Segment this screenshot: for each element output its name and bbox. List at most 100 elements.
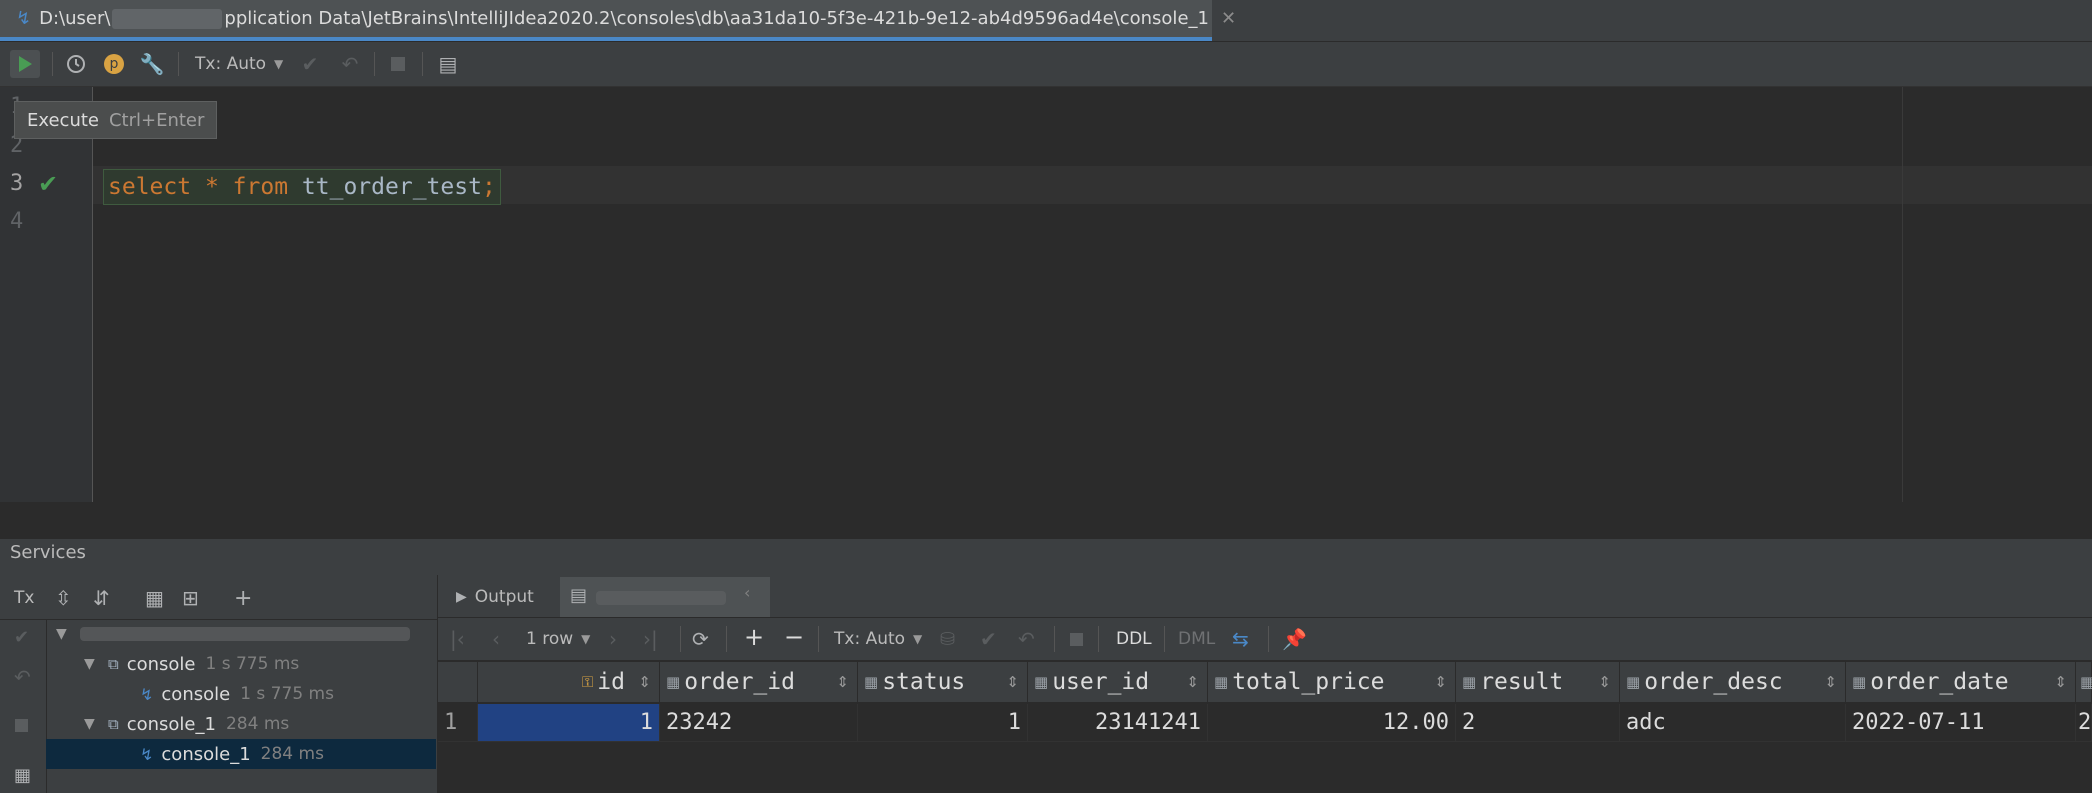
column-header-order-date[interactable]: ▦ order_date ⇕ [1846,662,2076,702]
stop-side-button[interactable] [15,710,28,740]
table-cell[interactable]: 2022-07-11 [1846,704,2076,742]
tree-item-console-1-child[interactable]: ↯ console_1 284 ms [140,740,324,768]
rollback-side-button[interactable]: ↶ [14,662,31,692]
tree-item-console[interactable]: ▼ ⧉ console 1 s 775 ms [84,650,299,678]
redacted-datasource [80,627,410,641]
console-icon: ↯ [16,8,32,29]
tree-item-console-child[interactable]: ↯ console 1 s 775 ms [140,680,334,708]
tab-output[interactable]: ▶ Output [456,582,534,612]
sort-icon[interactable]: ⇕ [1434,673,1447,691]
column-header-id[interactable]: ⚿ id ⇕ [478,662,660,702]
table-cell[interactable]: 23242 [660,704,858,742]
add-row-button[interactable]: + [744,622,764,652]
table-cell[interactable]: 1 [478,704,660,742]
sort-icon[interactable]: ⇕ [1598,673,1611,691]
tree-item-console-1[interactable]: ▼ ⧉ console_1 284 ms [84,710,289,738]
group-icon: ▦ [145,586,164,610]
column-icon: ▦ [1214,673,1229,691]
pin-icon: 📌 [1282,627,1307,651]
last-page-button[interactable]: ›| [643,624,658,654]
chevron-left-icon: ‹ [492,627,500,651]
column-header-order-desc[interactable]: ▦ order_desc ⇕ [1620,662,1846,702]
chevron-down-icon: ▼ [913,632,923,646]
pin-button[interactable]: 📌 [1282,624,1307,654]
table-icon: ▤ [438,52,458,76]
undo-icon: ↶ [14,665,31,689]
stop-button[interactable] [384,50,412,78]
add-button[interactable]: + [234,583,252,613]
refresh-button[interactable]: ⟳ [692,624,709,654]
group-button[interactable]: ▦ [145,583,164,613]
tab-path: D:\user\ pplication Data\JetBrains\Intell… [39,8,1209,29]
layout-button[interactable]: ▦ [14,760,31,790]
table-icon: ▤ [570,585,588,606]
commit-side-button[interactable]: ✔ [14,622,29,652]
compare-icon: ⇆ [1232,627,1249,651]
tx-button[interactable]: Tx [14,583,34,613]
parameters-button[interactable]: p [100,50,128,78]
column-header-user-id[interactable]: ▦ user_id ⇕ [1028,662,1208,702]
submit-button[interactable]: ⛁ [940,624,955,654]
column-header-total-price[interactable]: ▦ total_price ⇕ [1208,662,1456,702]
right-margin-guide [1902,87,1903,502]
check-icon: ✔ [980,627,997,651]
console-tab[interactable]: ↯ D:\user\ pplication Data\JetBrains\Inte… [0,0,1236,41]
tree-item-datasource[interactable]: ▼ [56,620,410,648]
commit-button[interactable]: ✔ [296,50,324,78]
sort-icon[interactable]: ⇕ [1006,673,1019,691]
settings-button[interactable]: 🔧 [138,50,166,78]
collapse-all-button[interactable]: ⇵ [93,583,110,613]
delete-row-button[interactable]: − [784,622,804,652]
line-number: 4 [10,209,24,234]
table-view-button[interactable]: ▤ [434,50,462,78]
chevron-down-icon: ▼ [84,656,95,672]
table-cell[interactable]: 1 [858,704,1028,742]
first-page-icon: |‹ [450,627,465,651]
sort-icon[interactable]: ⇕ [2054,673,2067,691]
column-header-overflow[interactable]: ▦ [2076,662,2092,702]
check-icon: ✔ [14,626,30,648]
tx-mode-dropdown[interactable]: Tx: Auto ▼ [195,49,283,79]
results-commit-button[interactable]: ✔ [980,624,997,654]
sort-icon[interactable]: ⇕ [638,673,651,691]
plus-icon: + [744,623,765,651]
new-session-button[interactable]: ⊞ [182,583,199,613]
table-cell[interactable]: 23141241 [1028,704,1208,742]
stop-icon [1070,632,1083,646]
sort-icon[interactable]: ⇕ [1824,673,1837,691]
ddl-button[interactable]: DDL [1116,624,1152,654]
compare-button[interactable]: ⇆ [1232,624,1249,654]
clock-icon [67,55,85,73]
next-page-button[interactable]: › [609,624,617,654]
sql-editor[interactable] [93,87,2092,502]
sql-statement[interactable]: select * from tt_order_test; [103,169,501,205]
results-tx-dropdown[interactable]: Tx: Auto ▼ [834,624,922,654]
table-cell[interactable]: 2 [2076,704,2092,742]
sort-icon[interactable]: ⇕ [1186,673,1199,691]
close-icon[interactable]: ✕ [1221,8,1236,29]
expand-all-button[interactable]: ⇳ [55,583,72,613]
table-cell[interactable]: 12.00 [1208,704,1456,742]
execute-button[interactable] [10,50,40,78]
results-stop-button[interactable] [1070,624,1083,654]
stop-icon [391,57,405,71]
collapse-all-icon: ⇵ [93,586,110,610]
key-icon: ⚿ [581,673,594,691]
page-size-dropdown[interactable]: 1 row ▼ [526,624,590,654]
first-page-button[interactable]: |‹ [450,624,465,654]
wrench-icon: 🔧 [139,52,165,76]
tab-result[interactable]: ▤ ‹ [560,577,770,617]
column-header-status[interactable]: ▦ status ⇕ [858,662,1028,702]
sort-icon[interactable]: ⇕ [836,673,849,691]
results-rollback-button[interactable]: ↶ [1018,624,1035,654]
history-button[interactable] [62,50,90,78]
column-header-result[interactable]: ▦ result ⇕ [1456,662,1620,702]
column-header-order-id[interactable]: ▦ order_id ⇕ [660,662,858,702]
dml-button[interactable]: DML [1178,624,1215,654]
redacted-tab-title [596,591,726,605]
prev-page-button[interactable]: ‹ [492,624,500,654]
table-cell[interactable]: adc [1620,704,1846,742]
rollback-button[interactable]: ↶ [336,50,364,78]
table-cell[interactable]: 2 [1456,704,1620,742]
db-icon: ⛁ [940,628,956,650]
